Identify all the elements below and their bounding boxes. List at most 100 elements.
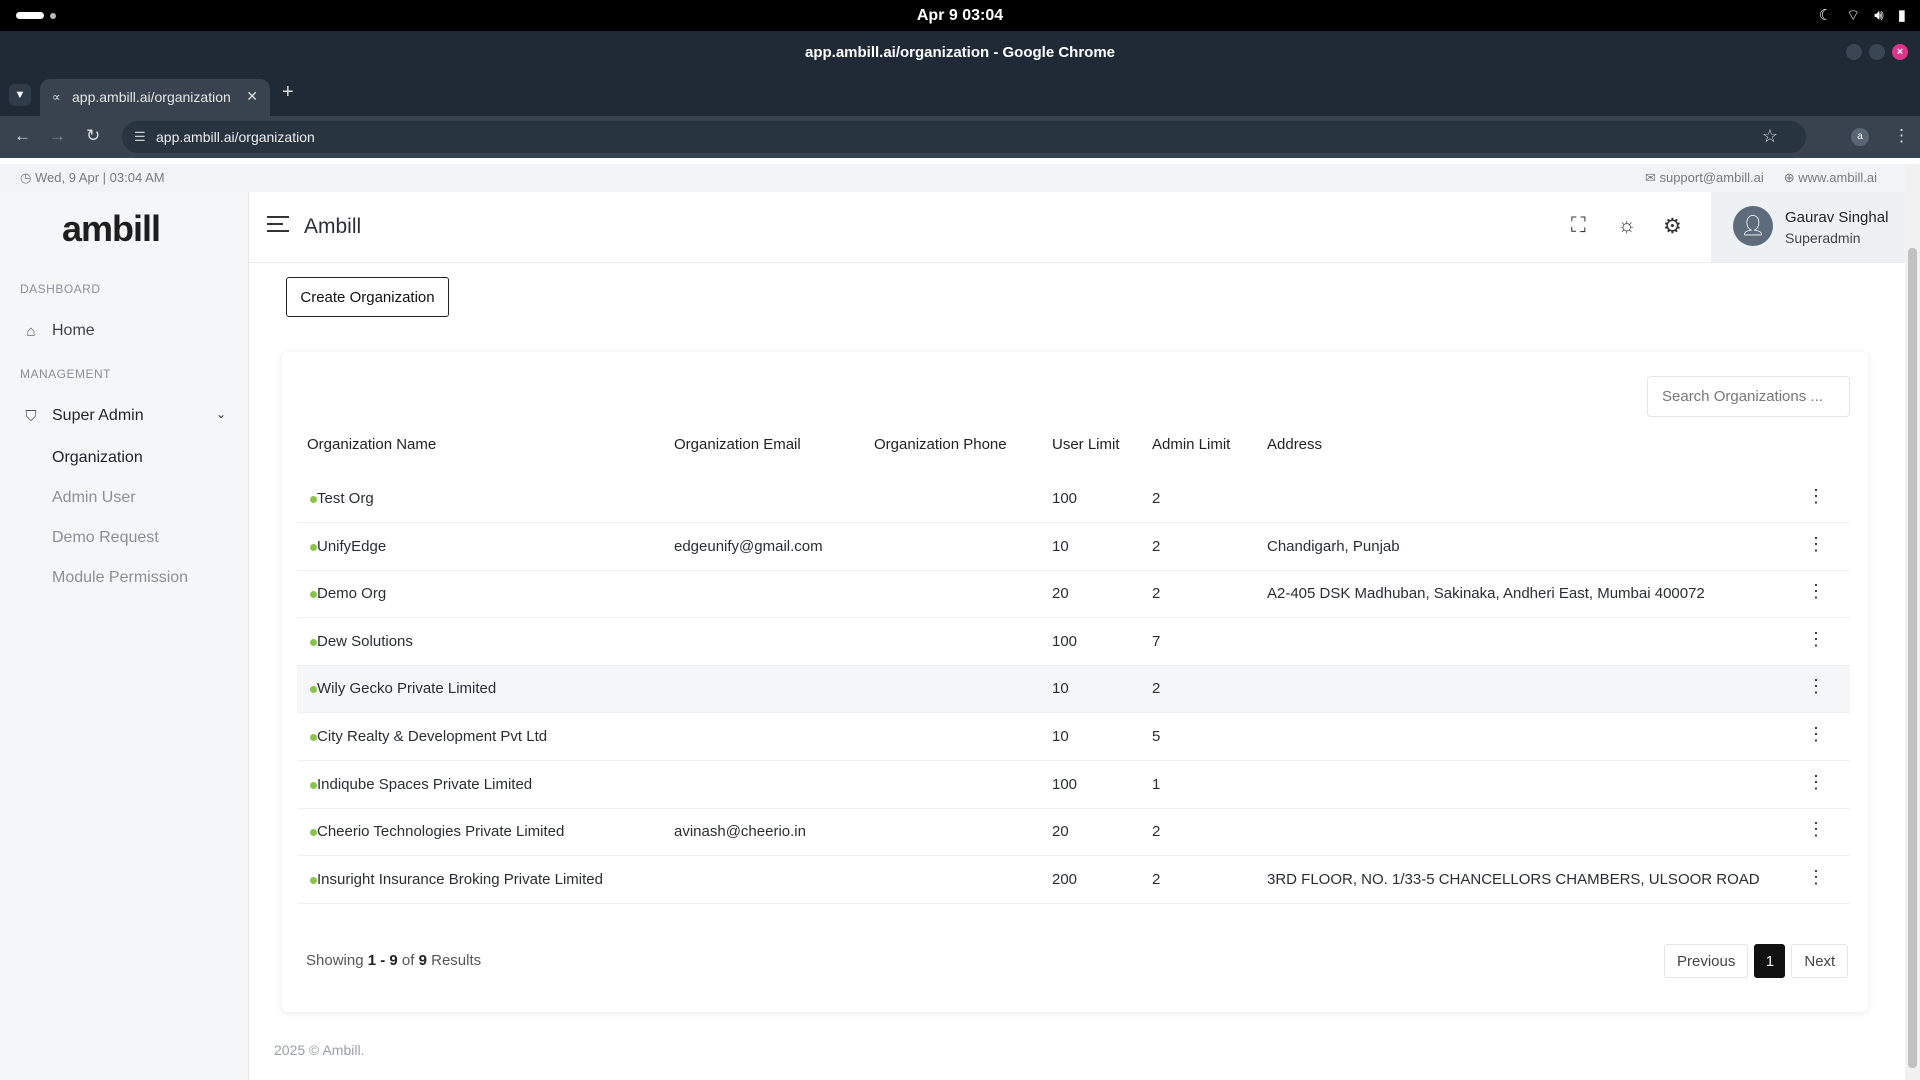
table-row[interactable]: Cheerio Technologies Private Limited avin… [297,809,1850,857]
column-header-name: Organization Name [307,436,437,453]
row-actions-kebab-icon[interactable]: ⋮ [1807,629,1825,650]
tab-search-chevron-icon[interactable]: ▼ [9,84,31,106]
scrollbar-thumb[interactable] [1908,248,1917,1068]
row-actions-kebab-icon[interactable]: ⋮ [1807,486,1825,507]
next-page-button[interactable]: Next [1791,944,1849,978]
column-header-email: Organization Email [674,436,801,453]
row-actions-kebab-icon[interactable]: ⋮ [1807,534,1825,555]
support-email-link[interactable]: ✉ support@ambill.ai [1645,170,1764,186]
logo[interactable]: ambill [62,208,161,250]
row-actions-kebab-icon[interactable]: ⋮ [1807,581,1825,602]
user-name: Gaurav Singhal [1785,209,1889,226]
table-row[interactable]: UnifyEdge edgeunify@gmail.com 10 2 Chandigar… [297,524,1850,571]
forward-icon[interactable]: → [49,126,66,146]
row-actions-kebab-icon[interactable]: ⋮ [1807,676,1825,697]
table-row[interactable]: Indiqube Spaces Private Limited 100 1 ⋮ [297,762,1850,809]
cell-organization-name: Indiqube Spaces Private Limited [317,775,533,793]
showing-total: 9 [418,952,427,969]
table-row[interactable]: Dew Solutions 100 7 ⋮ [297,619,1850,666]
row-actions-kebab-icon[interactable]: ⋮ [1807,867,1825,888]
home-icon: ⌂ [26,322,36,340]
browser-menu-icon[interactable]: ⋮ [1893,126,1910,146]
globe-icon: ⊕ [1783,170,1795,185]
reload-icon[interactable]: ↻ [86,126,100,146]
new-tab-icon[interactable]: + [282,81,294,104]
favicon-icon: ∝ [52,90,61,104]
minimize-button[interactable] [1846,44,1862,60]
tab-close-icon[interactable]: ✕ [246,88,258,105]
window-title: app.ambill.ai/organization - Google Chro… [804,44,1116,61]
cell-organization-name: Test Org [317,490,374,507]
hamburger-menu-icon[interactable] [267,216,289,237]
website-link[interactable]: ⊕ www.ambill.ai [1784,170,1877,186]
settings-gear-icon[interactable]: ⚙ [1663,214,1682,239]
status-dot-icon [310,591,317,599]
website-text: www.ambill.ai [1798,170,1877,185]
address-bar[interactable]: ☰ app.ambill.ai/organization ☆ [122,121,1806,153]
cell-user-limit: 10 [1052,537,1069,555]
sidebar-item-super-admin[interactable]: ⛉ Super Admin [22,407,144,425]
close-window-button[interactable]: × [1892,44,1908,60]
wifi-icon: ⌔ [1846,7,1861,24]
browser-toolbar: ← → ↻ ☰ app.ambill.ai/organization ☆ a ⋮ [0,116,1920,158]
cell-organization-name: Demo Org [317,585,387,603]
current-datetime: Wed, 9 Apr | 03:04 AM [34,170,165,185]
cell-user-limit: 200 [1052,870,1078,888]
maximize-button[interactable] [1869,44,1885,60]
cell-admin-limit: 7 [1152,632,1161,650]
cell-address: Chandigarh, Punjab [1267,537,1400,555]
bookmark-star-icon[interactable]: ☆ [1762,126,1778,147]
cell-admin-limit: 2 [1152,537,1161,555]
system-tray[interactable]: ☾ ⌔ 🔊︎ ▮ [1819,6,1906,25]
row-actions-kebab-icon[interactable]: ⋮ [1807,772,1825,793]
table-row[interactable]: City Realty & Development Pvt Ltd 10 5 ⋮ [297,714,1850,761]
status-dot-icon [310,496,317,503]
profile-avatar-icon[interactable]: a [1851,128,1869,146]
sidebar-subitem-organization[interactable]: Organization [52,449,143,467]
status-dot-icon [310,781,317,789]
table-row[interactable]: Test Org 100 2 ⋮ [297,476,1850,523]
cell-address: A2-405 DSK Madhuban, Sakinaka, Andheri E… [1267,585,1705,603]
page-1-button[interactable]: 1 [1754,944,1786,978]
row-actions-kebab-icon[interactable]: ⋮ [1807,724,1825,745]
site-info-icon[interactable]: ☰ [134,129,146,145]
sidebar-subitem-module-permission[interactable]: Module Permission [52,569,188,587]
sidebar-subitem-demo-request[interactable]: Demo Request [52,529,159,547]
cell-organization-name: Cheerio Technologies Private Limited [317,823,565,841]
column-header-admin-limit: Admin Limit [1152,436,1231,453]
cell-user-limit: 20 [1052,823,1069,841]
user-role: Superadmin [1785,230,1861,246]
status-dot-icon [310,638,317,646]
search-input[interactable] [1647,376,1850,417]
cell-admin-limit: 2 [1152,823,1161,841]
cell-admin-limit: 2 [1152,870,1161,888]
clock-icon: ◷ [20,170,32,185]
table-row[interactable]: Demo Org 20 2 A2-405 DSK Madhuban, Sakinaka… [297,571,1850,619]
status-dot-icon [310,829,317,837]
sidebar-item-label: Home [52,322,95,339]
previous-page-button[interactable]: Previous [1664,944,1749,978]
battery-icon: ▮ [1897,7,1906,24]
app-header: Ambill ⛶ ☼ ⚙ 👤︎ Gaurav Singhal Superadmi… [249,192,1905,263]
theme-toggle-sun-icon[interactable]: ☼ [1617,214,1636,238]
fullscreen-icon[interactable]: ⛶ [1571,214,1586,238]
browser-tab[interactable]: ∝ app.ambill.ai/organization ✕ [40,79,270,116]
sidebar-item-home[interactable]: ⌂ Home [22,322,95,340]
row-actions-kebab-icon[interactable]: ⋮ [1807,819,1825,840]
sidebar-item-label: Super Admin [52,407,144,424]
cell-admin-limit: 2 [1152,680,1161,698]
browser-title-bar: app.ambill.ai/organization - Google Chro… [0,31,1920,72]
showing-of: of [401,952,415,969]
section-label-dashboard: DASHBOARD [20,282,101,296]
url-text[interactable]: app.ambill.ai/organization [156,129,315,145]
page-scrollbar[interactable] [1905,164,1920,1080]
create-organization-button[interactable]: Create Organization [286,277,449,317]
table-row[interactable]: Insuright Insurance Broking Private Limi… [297,857,1850,904]
chevron-down-icon[interactable]: ⌄ [216,407,226,421]
user-profile[interactable]: 👤︎ Gaurav Singhal Superadmin [1711,192,1905,262]
table-row[interactable]: Wily Gecko Private Limited 10 2 ⋮ [297,666,1850,714]
sidebar-subitem-admin-user[interactable]: Admin User [52,489,136,507]
os-clock[interactable]: Apr 9 03:04 [0,7,1920,25]
cell-organization-name: Dew Solutions [317,632,413,650]
back-icon[interactable]: ← [14,126,31,146]
